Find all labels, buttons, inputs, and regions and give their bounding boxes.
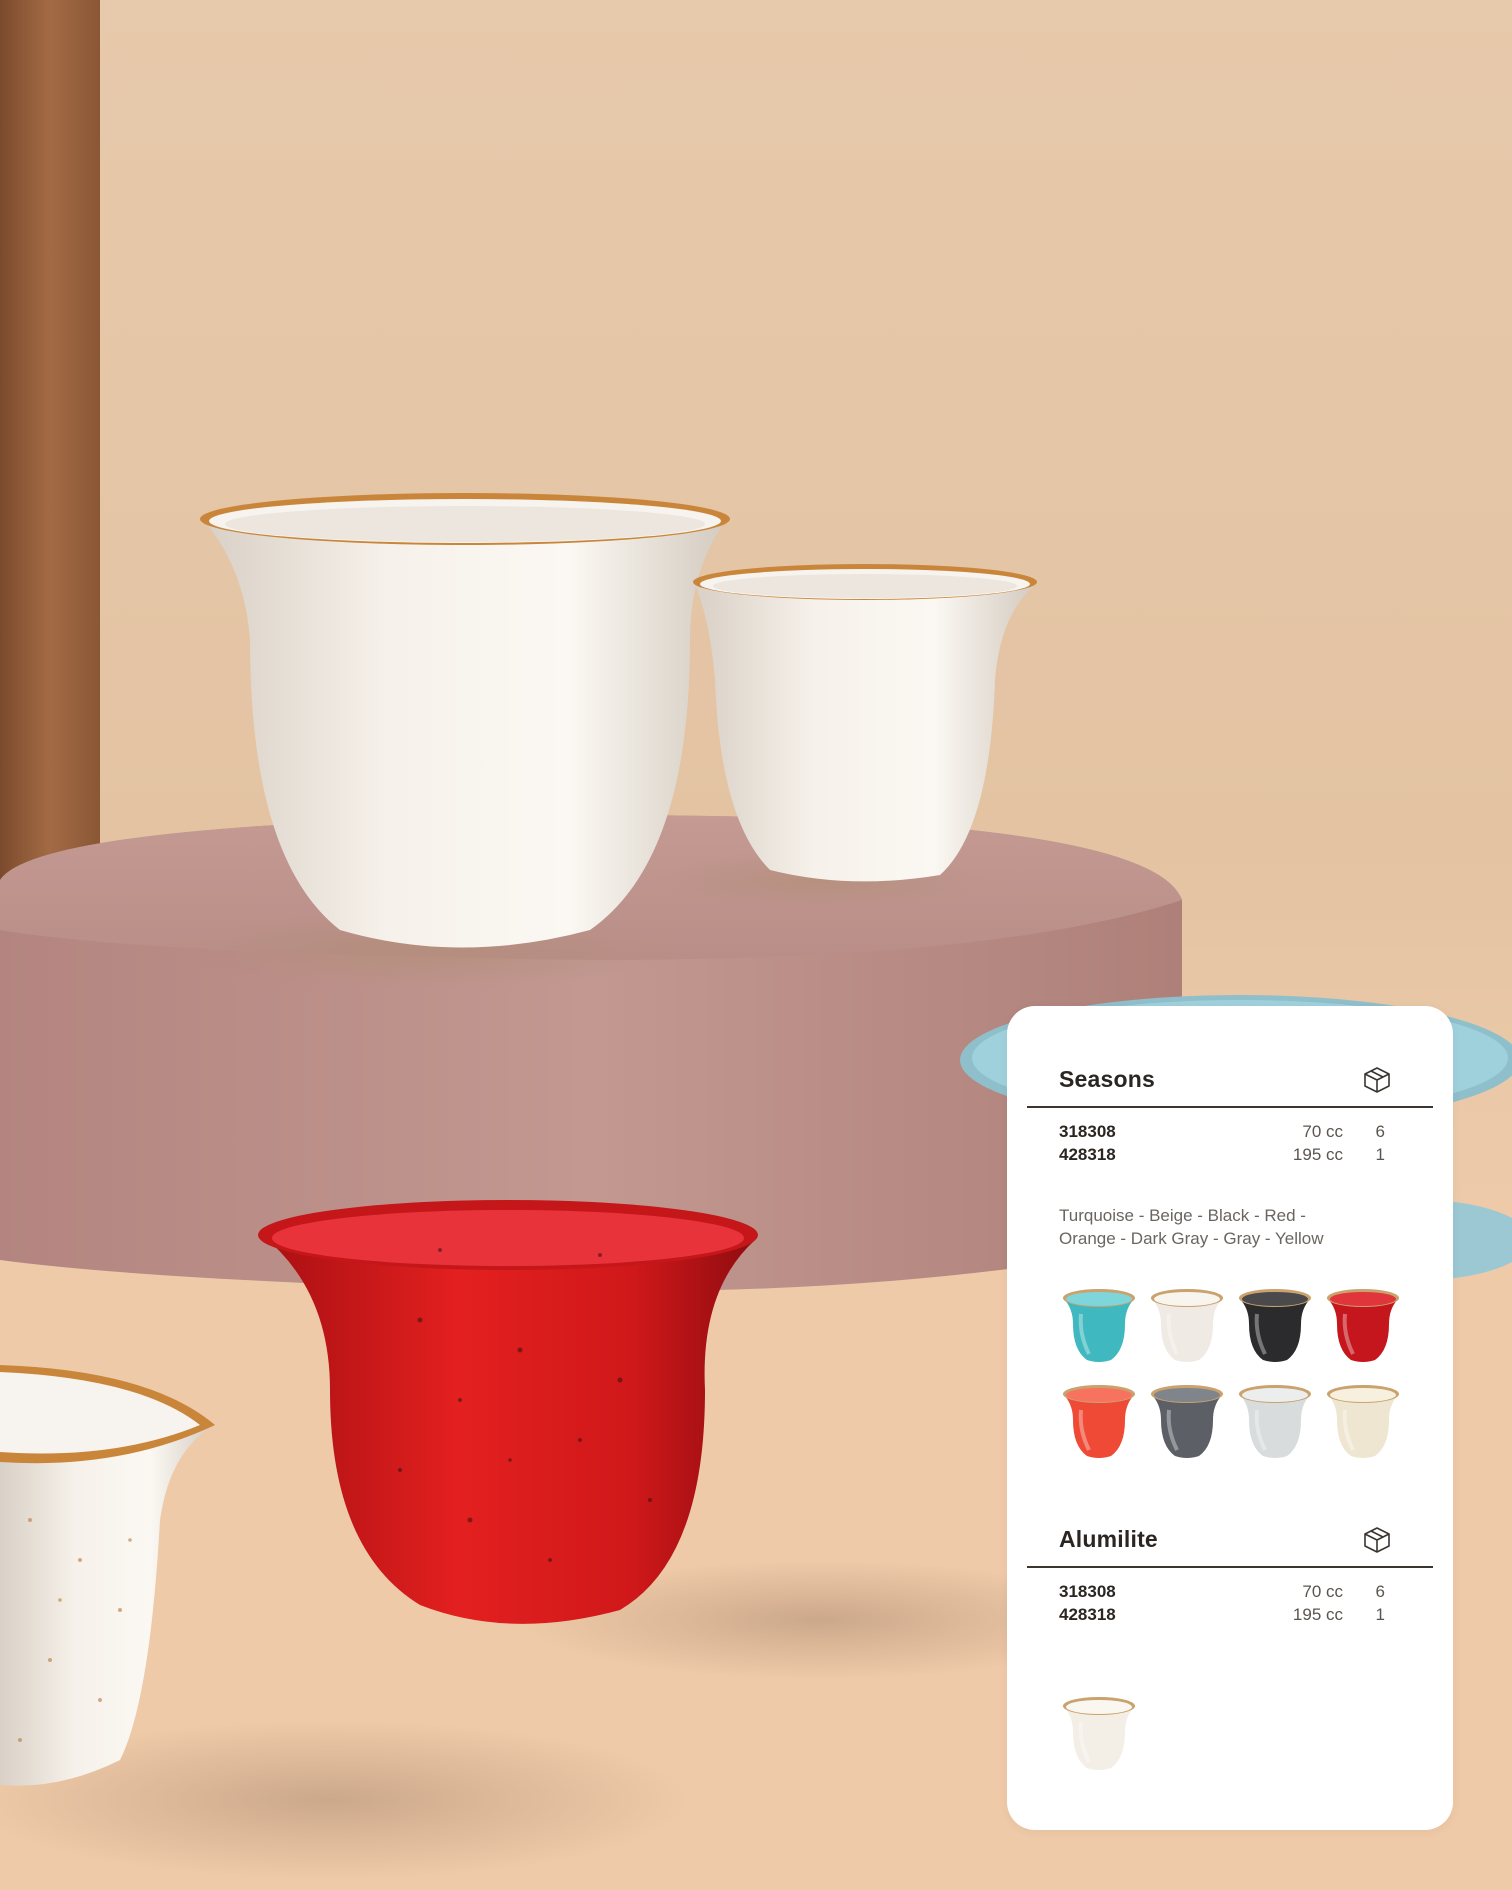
- spec-row: 318308 70 cc 6: [1027, 1582, 1433, 1605]
- dark-gray-cup-swatch: [1151, 1385, 1223, 1458]
- alumilite-header: Alumilite: [1027, 1514, 1433, 1568]
- alumilite-title: Alumilite: [1059, 1526, 1158, 1552]
- seasons-section: Seasons 318308 70 cc 6 428318 195 cc 1 T…: [1027, 1054, 1433, 1464]
- product-volume: 195 cc: [1292, 1605, 1343, 1624]
- beige-cup-swatch: [1151, 1289, 1223, 1362]
- spec-row: 318308 70 cc 6: [1027, 1122, 1433, 1145]
- color-list: Turquoise - Beige - Black - Red - Orange…: [1059, 1204, 1379, 1250]
- color-list-line-2: Orange - Dark Gray - Gray - Yellow: [1059, 1229, 1324, 1248]
- black-cup-swatch: [1239, 1289, 1311, 1362]
- product-code: 428318: [1059, 1605, 1116, 1624]
- alumilite-spec-rows: 318308 70 cc 6 428318 195 cc 1: [1027, 1582, 1433, 1628]
- product-volume: 70 cc: [1302, 1582, 1343, 1601]
- box-quantity: 1: [1375, 1605, 1385, 1624]
- product-code: 318308: [1059, 1122, 1116, 1141]
- spec-row: 428318 195 cc 1: [1027, 1145, 1433, 1168]
- seasons-spec-rows: 318308 70 cc 6 428318 195 cc 1: [1027, 1122, 1433, 1168]
- gray-cup-swatch: [1239, 1385, 1311, 1458]
- product-info-card: Seasons 318308 70 cc 6 428318 195 cc 1 T…: [1007, 1006, 1453, 1830]
- orange-cup-swatch: [1063, 1385, 1135, 1458]
- product-code: 428318: [1059, 1145, 1116, 1164]
- box-icon: [1364, 1067, 1390, 1093]
- box-quantity: 6: [1375, 1582, 1385, 1601]
- seasons-header: Seasons: [1027, 1054, 1433, 1108]
- alumilite-section: Alumilite 318308 70 cc 6 428318 195 cc 1: [1027, 1514, 1433, 1782]
- turquoise-cup-swatch: [1063, 1289, 1135, 1362]
- box-quantity: 6: [1375, 1122, 1385, 1141]
- alumilite-color-swatches: [1059, 1692, 1419, 1782]
- seasons-color-swatches: [1059, 1284, 1419, 1464]
- color-list-line-1: Turquoise - Beige - Black - Red -: [1059, 1206, 1306, 1225]
- product-code: 318308: [1059, 1582, 1116, 1601]
- spec-row: 428318 195 cc 1: [1027, 1605, 1433, 1628]
- product-volume: 70 cc: [1302, 1122, 1343, 1141]
- cream-cup-swatch: [1063, 1697, 1135, 1770]
- box-quantity: 1: [1375, 1145, 1385, 1164]
- product-volume: 195 cc: [1292, 1145, 1343, 1164]
- red-cup-swatch: [1327, 1289, 1399, 1362]
- box-icon: [1364, 1527, 1390, 1553]
- seasons-title: Seasons: [1059, 1066, 1156, 1092]
- yellow-cup-swatch: [1327, 1385, 1399, 1458]
